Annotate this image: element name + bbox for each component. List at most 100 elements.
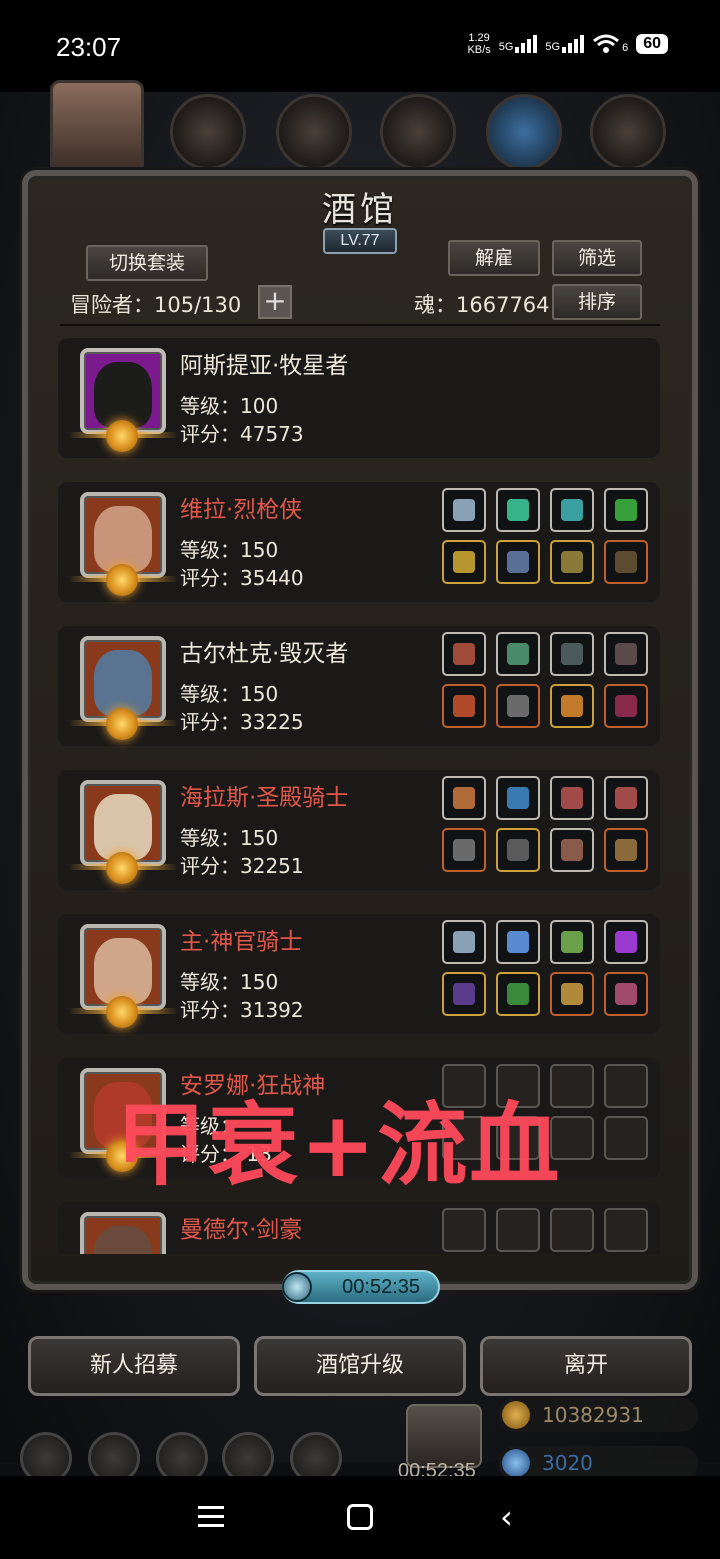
armor-icon[interactable] bbox=[496, 540, 540, 584]
filter-button[interactable]: 筛选 bbox=[552, 240, 642, 276]
rank-crest-icon bbox=[106, 708, 138, 740]
hooded-figure-icon bbox=[94, 362, 152, 428]
crystal-icon[interactable] bbox=[486, 94, 562, 170]
hero-name: 海拉斯·圣殿骑士 bbox=[180, 785, 349, 811]
hero-name: 阿斯提亚·牧星者 bbox=[180, 353, 349, 379]
crown-icon[interactable] bbox=[442, 632, 486, 676]
empty-ring-slot[interactable] bbox=[604, 1116, 648, 1160]
back-icon[interactable]: ‹ bbox=[500, 1501, 513, 1533]
empty-hourglass-slot[interactable] bbox=[550, 1208, 594, 1252]
armor-icon[interactable] bbox=[496, 684, 540, 728]
hero-portrait bbox=[80, 1212, 166, 1254]
necklace-icon[interactable] bbox=[442, 488, 486, 532]
add-slot-button[interactable]: + bbox=[258, 285, 292, 319]
lantern-icon[interactable] bbox=[550, 920, 594, 964]
leave-button[interactable]: 离开 bbox=[480, 1336, 692, 1396]
crystal-icon[interactable] bbox=[496, 920, 540, 964]
book-icon[interactable] bbox=[604, 828, 648, 872]
hero-card[interactable]: 曼德尔·剑豪 bbox=[58, 1202, 660, 1254]
feather-icon[interactable] bbox=[550, 776, 594, 820]
tavern-level: LV.77 bbox=[323, 228, 397, 254]
signal-icon: 5G bbox=[499, 35, 538, 53]
horse-icon[interactable] bbox=[50, 80, 144, 174]
stone-icon[interactable] bbox=[550, 632, 594, 676]
hero-level: 等级：150 bbox=[180, 826, 279, 850]
net-speed: 1.29 KB/s bbox=[467, 32, 491, 56]
empty-necklace-slot[interactable] bbox=[442, 1208, 486, 1252]
hammer-icon[interactable] bbox=[442, 828, 486, 872]
stone-icon[interactable] bbox=[380, 94, 456, 170]
switch-outfit-button[interactable]: 切换套装 bbox=[86, 245, 208, 281]
crystal-icon[interactable] bbox=[496, 776, 540, 820]
hero-card[interactable]: 阿斯提亚·牧星者 等级：100 评分：47573 bbox=[58, 338, 660, 458]
amulet-icon[interactable] bbox=[550, 828, 594, 872]
soul-count: 魂：1667764 bbox=[414, 293, 550, 317]
hero-card[interactable]: 古尔杜克·毁灭者 等级：150 评分：33225 bbox=[58, 626, 660, 746]
adventurer-count: 冒险者：105/130 bbox=[70, 293, 242, 317]
armor-icon[interactable] bbox=[496, 828, 540, 872]
hero-card[interactable]: 海拉斯·圣殿骑士 等级：150 评分：32251 bbox=[58, 770, 660, 890]
feather-icon[interactable] bbox=[604, 632, 648, 676]
gold-icon bbox=[502, 1401, 530, 1429]
hero-card[interactable]: 主·神官骑士 等级：150 评分：31392 bbox=[58, 914, 660, 1034]
gold-resource: 10382931 bbox=[498, 1398, 698, 1432]
hero-name: 古尔杜克·毁灭者 bbox=[180, 641, 349, 667]
hero-card[interactable]: 维拉·烈枪侠 等级：150 评分：35440 bbox=[58, 482, 660, 602]
overlay-caption: 甲衰+流血 bbox=[116, 1093, 562, 1198]
empty-gem-slot[interactable] bbox=[496, 1208, 540, 1252]
staff-icon[interactable] bbox=[442, 972, 486, 1016]
mask-icon[interactable] bbox=[604, 972, 648, 1016]
crown-icon[interactable] bbox=[550, 972, 594, 1016]
iron-icon[interactable] bbox=[590, 94, 666, 170]
hero-name: 曼德尔·剑豪 bbox=[180, 1217, 303, 1243]
panel-title: 酒馆 bbox=[322, 190, 398, 230]
rank-crest-icon bbox=[106, 564, 138, 596]
emerald-icon[interactable] bbox=[496, 488, 540, 532]
crown-icon[interactable] bbox=[442, 776, 486, 820]
hero-level: 等级：150 bbox=[180, 682, 279, 706]
armor-icon[interactable] bbox=[496, 972, 540, 1016]
demon-warrior-icon bbox=[94, 650, 152, 716]
recruit-button[interactable]: 新人招募 bbox=[28, 1336, 240, 1396]
gun-icon[interactable] bbox=[442, 540, 486, 584]
swordsman-icon bbox=[94, 1226, 152, 1254]
wifi-icon: 6 bbox=[592, 34, 628, 54]
empty-hourglass-slot[interactable] bbox=[604, 1208, 648, 1252]
priest-knight-icon bbox=[94, 938, 152, 1004]
hero-score: 评分：47573 bbox=[180, 422, 304, 446]
upgrade-tavern-button[interactable]: 酒馆升级 bbox=[254, 1336, 466, 1396]
hero-level: 等级：150 bbox=[180, 538, 279, 562]
gem-icon bbox=[502, 1449, 530, 1477]
signal-icon-2: 5G bbox=[545, 35, 585, 53]
sort-button[interactable]: 排序 bbox=[552, 284, 642, 320]
shield-icon[interactable] bbox=[550, 540, 594, 584]
hero-name: 维拉·烈枪侠 bbox=[180, 497, 303, 523]
hero-level: 等级：100 bbox=[180, 394, 279, 418]
hero-score: 评分：31392 bbox=[180, 998, 304, 1022]
hero-name: 主·神官骑士 bbox=[180, 929, 303, 955]
status-bar: 23:07 1.29 KB/s 5G 5G 6 60 bbox=[0, 0, 720, 92]
hero-score: 评分：32251 bbox=[180, 854, 304, 878]
axe-icon[interactable] bbox=[442, 684, 486, 728]
stone-icon[interactable] bbox=[550, 488, 594, 532]
crystal-icon[interactable] bbox=[496, 632, 540, 676]
wood-icon[interactable] bbox=[276, 94, 352, 170]
armor-icon[interactable] bbox=[170, 94, 246, 170]
hero-score: 评分：33225 bbox=[180, 710, 304, 734]
empty-hourglass-slot[interactable] bbox=[604, 1064, 648, 1108]
rank-crest-icon bbox=[106, 852, 138, 884]
necklace-icon[interactable] bbox=[442, 920, 486, 964]
dismiss-button[interactable]: 解雇 bbox=[448, 240, 540, 276]
battery-icon: 60 bbox=[636, 34, 668, 54]
ring-icon[interactable] bbox=[550, 684, 594, 728]
boots-icon[interactable] bbox=[604, 540, 648, 584]
boots-icon[interactable] bbox=[604, 684, 648, 728]
scroll-icon[interactable] bbox=[604, 488, 648, 532]
rank-crest-icon bbox=[106, 996, 138, 1028]
home-icon[interactable] bbox=[347, 1504, 373, 1530]
amethyst-icon[interactable] bbox=[604, 920, 648, 964]
recent-apps-icon[interactable] bbox=[198, 1506, 224, 1533]
rank-crest-icon bbox=[106, 420, 138, 452]
feather-icon[interactable] bbox=[604, 776, 648, 820]
chest-icon[interactable] bbox=[406, 1404, 482, 1468]
